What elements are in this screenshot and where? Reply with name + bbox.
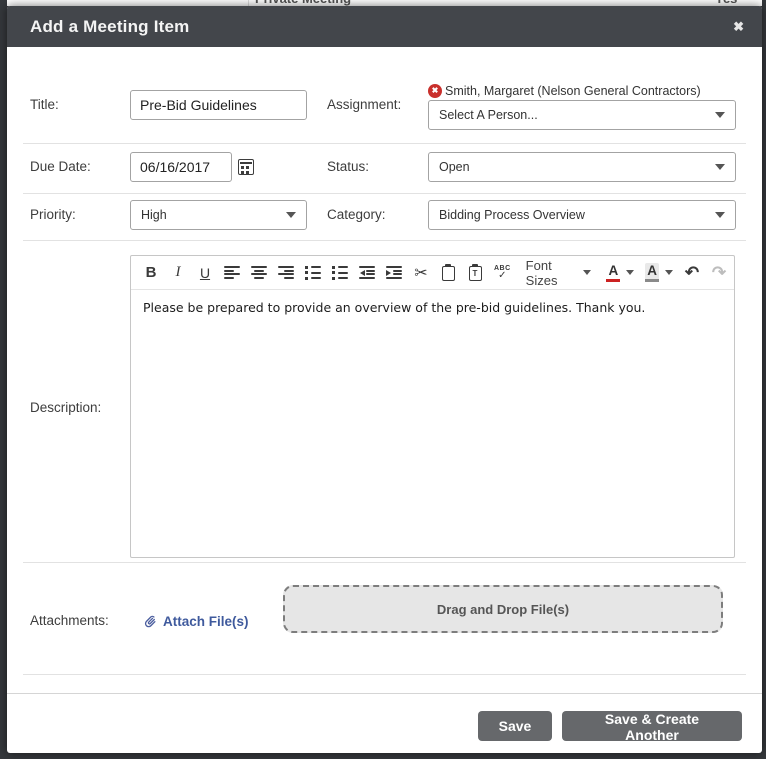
status-select[interactable]: Open xyxy=(428,152,736,182)
chevron-down-icon xyxy=(583,270,591,275)
modal-title: Add a Meeting Item xyxy=(30,6,189,47)
save-create-another-button[interactable]: Save & Create Another xyxy=(562,711,742,741)
priority-label: Priority: xyxy=(30,200,76,230)
row-divider xyxy=(23,193,746,194)
indent-icon[interactable] xyxy=(386,262,402,284)
redo-icon[interactable]: ↷ xyxy=(711,262,727,284)
close-icon[interactable]: ✖ xyxy=(733,6,744,47)
chevron-down-icon xyxy=(715,164,725,170)
footer-divider xyxy=(7,693,762,694)
paste-icon[interactable] xyxy=(440,262,456,284)
drag-drop-zone[interactable]: Drag and Drop File(s) xyxy=(283,585,723,633)
chevron-down-icon xyxy=(715,112,725,118)
row-divider xyxy=(23,562,746,563)
font-sizes-dropdown[interactable]: Font Sizes xyxy=(522,258,596,288)
background-color-button[interactable]: A xyxy=(645,263,673,282)
title-input[interactable] xyxy=(130,90,307,120)
unordered-list-icon[interactable] xyxy=(305,262,321,284)
chevron-down-icon xyxy=(286,212,296,218)
paste-as-text-icon[interactable]: T xyxy=(467,262,483,284)
modal-header: Add a Meeting Item ✖ xyxy=(7,6,762,47)
outdent-icon[interactable] xyxy=(359,262,375,284)
cut-icon[interactable]: ✂ xyxy=(413,262,429,284)
due-date-label: Due Date: xyxy=(30,152,91,182)
description-label: Description: xyxy=(30,393,101,423)
text-color-button[interactable]: A xyxy=(606,263,634,282)
assignment-select[interactable]: Select A Person... xyxy=(428,100,736,130)
align-left-icon[interactable] xyxy=(224,262,240,284)
priority-select-value: High xyxy=(141,208,278,222)
underline-icon[interactable]: U xyxy=(197,262,213,284)
status-label: Status: xyxy=(327,152,369,182)
attachments-label: Attachments: xyxy=(30,606,109,636)
priority-select[interactable]: High xyxy=(130,200,307,230)
row-divider xyxy=(23,674,746,675)
paste-text-glyph: T xyxy=(470,268,481,279)
text-color-glyph: A xyxy=(606,263,620,282)
font-sizes-label: Font Sizes xyxy=(526,258,558,288)
align-center-icon[interactable] xyxy=(251,262,267,284)
align-right-icon[interactable] xyxy=(278,262,294,284)
editor-toolbar: B I U ✂ T ABC ✓ Font Sizes xyxy=(131,256,734,290)
attach-files-label: Attach File(s) xyxy=(163,614,249,629)
title-label: Title: xyxy=(30,90,59,120)
undo-icon[interactable]: ↶ xyxy=(684,262,700,284)
assignment-selected-person: ✖ Smith, Margaret (Nelson General Contra… xyxy=(428,84,701,98)
paperclip-icon xyxy=(143,614,158,629)
spellcheck-icon[interactable]: ABC ✓ xyxy=(494,262,511,284)
due-date-input[interactable] xyxy=(130,152,232,182)
save-button[interactable]: Save xyxy=(478,711,552,741)
drag-drop-label: Drag and Drop File(s) xyxy=(437,602,569,617)
attach-files-link[interactable]: Attach File(s) xyxy=(143,606,249,636)
chevron-down-icon xyxy=(665,270,673,275)
assignment-select-value: Select A Person... xyxy=(439,108,707,122)
add-meeting-item-modal: Add a Meeting Item ✖ Title: Assignment: … xyxy=(7,6,762,753)
bold-icon[interactable]: B xyxy=(143,262,159,284)
assignment-label: Assignment: xyxy=(327,90,401,120)
category-select-value: Bidding Process Overview xyxy=(439,208,707,222)
assigned-person-name: Smith, Margaret (Nelson General Contract… xyxy=(445,84,701,98)
spellcheck-check: ✓ xyxy=(498,271,506,281)
rich-text-editor: B I U ✂ T ABC ✓ Font Sizes xyxy=(130,255,735,558)
category-select[interactable]: Bidding Process Overview xyxy=(428,200,736,230)
ordered-list-icon[interactable] xyxy=(332,262,348,284)
remove-person-icon[interactable]: ✖ xyxy=(428,84,442,98)
status-select-value: Open xyxy=(439,160,707,174)
row-divider xyxy=(23,143,746,144)
row-divider xyxy=(23,240,746,241)
category-label: Category: xyxy=(327,200,386,230)
bg-color-glyph: A xyxy=(645,263,659,282)
calendar-icon[interactable] xyxy=(238,159,254,175)
chevron-down-icon xyxy=(715,212,725,218)
chevron-down-icon xyxy=(626,270,634,275)
description-editor-content[interactable]: Please be prepared to provide an overvie… xyxy=(131,290,734,558)
italic-icon[interactable]: I xyxy=(170,262,186,284)
